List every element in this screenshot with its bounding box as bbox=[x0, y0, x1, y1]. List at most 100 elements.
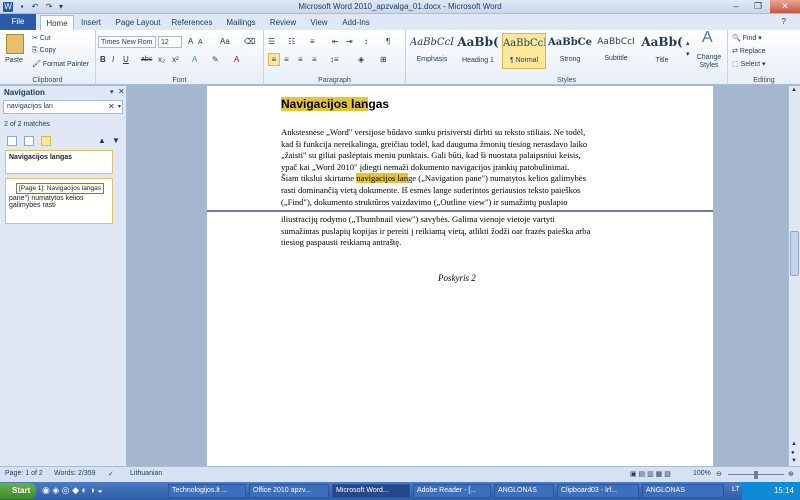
subscript-icon[interactable]: x₂ bbox=[158, 54, 165, 65]
style-heading-1[interactable]: AaBb(Heading 1 bbox=[456, 33, 500, 69]
tab-page-layout[interactable]: Page Layout bbox=[110, 15, 166, 30]
close-button[interactable]: ✕ bbox=[770, 0, 800, 13]
font-color-icon[interactable]: A bbox=[234, 54, 239, 65]
decrease-indent-icon[interactable]: ⇤ bbox=[332, 36, 339, 47]
language-indicator[interactable]: LT bbox=[732, 486, 740, 493]
start-button[interactable]: Start bbox=[0, 483, 36, 499]
maximize-button[interactable]: ❐ bbox=[747, 0, 769, 13]
tab-mailings[interactable]: Mailings bbox=[220, 15, 262, 30]
grow-font-icon[interactable]: A bbox=[188, 36, 193, 47]
find-button[interactable]: 🔍 Find ▾ bbox=[732, 34, 762, 42]
scroll-up-icon[interactable]: ▲ bbox=[791, 87, 797, 93]
next-result-icon[interactable]: ▼ bbox=[112, 136, 120, 145]
paragraph-3[interactable]: iliustracijų rodymo („Thumbnail view") s… bbox=[281, 214, 590, 249]
scroll-down-icon[interactable]: ▼ bbox=[791, 458, 797, 464]
align-center-icon[interactable]: ≡ bbox=[284, 54, 289, 65]
tab-insert[interactable]: Insert bbox=[76, 15, 106, 30]
clear-format-icon[interactable]: ⌫ bbox=[244, 36, 255, 47]
ribbon-tabs: File Home Insert Page Layout References … bbox=[0, 14, 800, 30]
underline-icon[interactable]: U bbox=[123, 54, 129, 65]
tab-view[interactable]: View bbox=[304, 15, 334, 30]
previous-result-icon[interactable]: ▲ bbox=[98, 136, 106, 145]
nav-options-icon[interactable]: ▾ bbox=[110, 88, 114, 96]
font-name-box[interactable]: Times New Rom bbox=[98, 36, 156, 48]
nav-close-icon[interactable]: ✕ bbox=[118, 87, 125, 96]
tab-file[interactable]: File bbox=[0, 14, 36, 30]
line-spacing-icon[interactable]: ↕≡ bbox=[330, 54, 339, 65]
paste-icon[interactable] bbox=[6, 34, 24, 54]
zoom-level[interactable]: 100% bbox=[693, 470, 711, 477]
multilevel-list-icon[interactable]: ≡ bbox=[310, 36, 315, 47]
view-buttons[interactable]: ▣ ▤ ▥ ▦ ▧ bbox=[630, 470, 671, 478]
page-count[interactable]: Page: 1 of 2 bbox=[5, 470, 43, 477]
nav-search-input[interactable]: navigacijos lan bbox=[3, 100, 123, 114]
style-subtitle[interactable]: AaBbCcI Subtitle bbox=[594, 33, 638, 69]
highlight-icon[interactable]: ✎ bbox=[212, 54, 219, 65]
font-size-box[interactable]: 12 bbox=[158, 36, 182, 48]
browse-results-icon[interactable] bbox=[41, 136, 51, 146]
style-normal[interactable]: AaBbCcI ¶ Normal bbox=[502, 33, 546, 69]
taskbar-item[interactable]: Clipboard03 - Irf... bbox=[557, 484, 639, 498]
document-heading[interactable]: Navigacijos langas bbox=[281, 97, 389, 111]
bullets-icon[interactable]: ☰ bbox=[268, 36, 275, 47]
align-right-icon[interactable]: ≡ bbox=[298, 54, 303, 65]
taskbar-item[interactable]: Microsoft Word... bbox=[332, 484, 410, 498]
clock[interactable]: 15:14 bbox=[742, 482, 800, 500]
sort-icon[interactable]: ↕ bbox=[364, 36, 368, 47]
bold-icon[interactable]: B bbox=[100, 54, 106, 65]
taskbar-item[interactable]: Adobe Reader - [... bbox=[413, 484, 491, 498]
text-effects-icon[interactable]: A bbox=[192, 54, 197, 65]
align-left-icon[interactable]: ≡ bbox=[268, 53, 280, 66]
help-icon[interactable]: ? bbox=[782, 17, 786, 26]
superscript-icon[interactable]: x² bbox=[172, 54, 179, 65]
minimize-button[interactable]: – bbox=[725, 0, 747, 13]
clear-search-icon[interactable]: ✕ bbox=[108, 102, 115, 111]
tab-review[interactable]: Review bbox=[266, 15, 300, 30]
show-marks-icon[interactable]: ¶ bbox=[386, 36, 390, 47]
copy-button[interactable]: ⎘ Copy bbox=[32, 47, 56, 55]
style-title[interactable]: AaBb(Title bbox=[640, 33, 684, 69]
shrink-font-icon[interactable]: A bbox=[198, 37, 203, 48]
browse-object-icon[interactable]: ● bbox=[791, 450, 795, 456]
cut-button[interactable]: ✂ Cut bbox=[32, 34, 51, 42]
taskbar-item[interactable]: ANGLONAS bbox=[494, 484, 554, 498]
select-button[interactable]: ⬚ Select ▾ bbox=[732, 60, 766, 68]
browse-headings-icon[interactable] bbox=[7, 136, 17, 146]
borders-icon[interactable]: ⊞ bbox=[380, 54, 387, 65]
paragraph-1[interactable]: Ankstesnėse „Word" versijose būdavo sunk… bbox=[281, 127, 587, 208]
tab-references[interactable]: References bbox=[168, 15, 216, 30]
taskbar-item[interactable]: Office 2010 apzv... bbox=[249, 484, 329, 498]
numbering-icon[interactable]: ☷ bbox=[288, 36, 295, 47]
language[interactable]: Lithuanian bbox=[130, 470, 162, 477]
zoom-slider-handle[interactable] bbox=[754, 471, 758, 479]
styles-scroll-icon[interactable]: ▴ ▾ bbox=[686, 38, 690, 60]
quicklaunch-icons[interactable]: ◉ ◈ ◎ ◆ ◐ ◑ ◒ bbox=[42, 485, 103, 496]
tab-add-ins[interactable]: Add-Ins bbox=[338, 15, 374, 30]
change-styles-icon[interactable]: A bbox=[702, 30, 713, 46]
italic-icon[interactable]: I bbox=[112, 54, 114, 65]
replace-button[interactable]: ⇄ Replace bbox=[732, 47, 766, 55]
zoom-in-icon[interactable]: ⊕ bbox=[788, 470, 794, 478]
strikethrough-icon[interactable]: abc bbox=[141, 54, 152, 65]
word-count[interactable]: Words: 2/359 bbox=[54, 470, 96, 477]
change-case-icon[interactable]: Aa bbox=[220, 36, 230, 47]
tab-home[interactable]: Home bbox=[40, 15, 74, 30]
shading-icon[interactable]: ◈ bbox=[358, 54, 364, 65]
zoom-out-icon[interactable]: ⊖ bbox=[716, 470, 722, 478]
justify-icon[interactable]: ≡ bbox=[312, 54, 317, 65]
search-options-icon[interactable]: ▾ bbox=[118, 103, 121, 110]
vertical-scrollbar[interactable]: ▲ ▲ ● ▼ bbox=[788, 86, 800, 466]
style-strong[interactable]: AaBbCel Strong bbox=[548, 33, 592, 69]
browse-pages-icon[interactable] bbox=[24, 136, 34, 146]
format-painter-button[interactable]: 🖌 Format Painter bbox=[32, 60, 89, 68]
scroll-thumb[interactable] bbox=[790, 231, 799, 276]
nav-result-1[interactable]: Navigacijos langas bbox=[5, 150, 113, 174]
taskbar-item[interactable]: Technologijos.lt ... bbox=[168, 484, 246, 498]
proofing-icon[interactable]: ✓ bbox=[108, 470, 114, 478]
increase-indent-icon[interactable]: ⇥ bbox=[346, 36, 353, 47]
scroll-up-page-icon[interactable]: ▲ bbox=[791, 441, 797, 447]
change-styles-button[interactable]: Change Styles bbox=[693, 54, 725, 70]
paste-button[interactable]: Paste bbox=[5, 57, 23, 64]
taskbar-item[interactable]: ANGLONAS bbox=[642, 484, 724, 498]
style-emphasis[interactable]: AaBbCcI Emphasis bbox=[410, 33, 454, 69]
